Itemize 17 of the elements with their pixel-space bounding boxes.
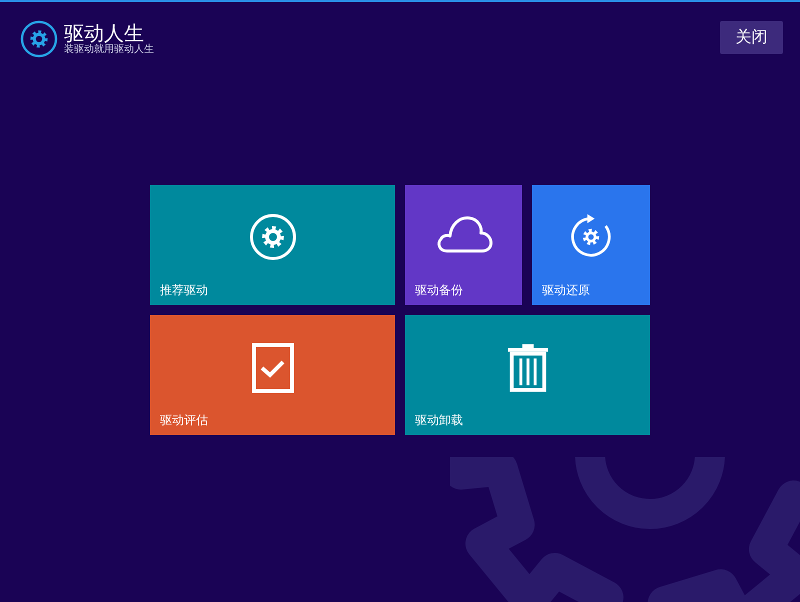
feature-tile[interactable]: 驱动评估 [150,315,395,435]
tile-label: 驱动备份 [415,282,463,298]
tile-label: 驱动还原 [542,282,590,298]
tile-label: 推荐驱动 [160,282,208,298]
feature-tile[interactable]: 驱动备份 [405,185,522,305]
app-name: 驱动人生 [64,22,144,44]
feature-tile[interactable]: 驱动卸载 [405,315,650,435]
close-button[interactable]: 关闭 [720,21,783,54]
gear-icon [248,213,296,261]
tile-label: 驱动评估 [160,412,208,428]
checkbox-icon [252,343,294,393]
app-tagline: 装驱动就用驱动人生 [64,44,154,56]
feature-tile[interactable]: 驱动还原 [532,185,650,305]
tile-label: 驱动卸载 [415,412,463,428]
gear-logo-icon [20,20,58,58]
trash-icon [506,343,548,393]
feature-tile[interactable]: 推荐驱动 [150,185,395,305]
